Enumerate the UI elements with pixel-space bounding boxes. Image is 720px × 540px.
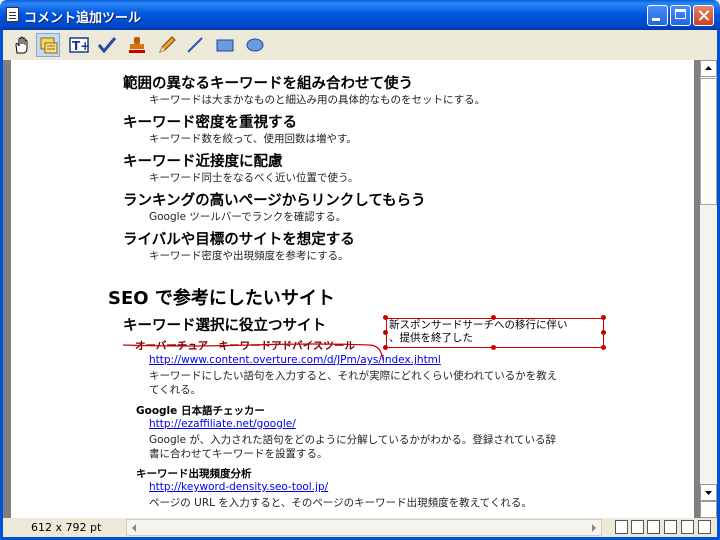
- note-tool-icon[interactable]: [36, 33, 60, 57]
- resize-handle[interactable]: [383, 345, 388, 350]
- resize-handle[interactable]: [601, 330, 606, 335]
- scroll-left-icon[interactable]: [129, 522, 139, 534]
- ellipse-tool-icon[interactable]: [243, 33, 267, 57]
- annotation-note[interactable]: 新スポンサードサーチへの移行に伴い 、提供を終了した: [386, 318, 604, 348]
- site-description: 書に合わせてキーワードを設置する。: [149, 448, 328, 460]
- section-text: キーワード密度や出現頻度を参考にする。: [149, 250, 349, 262]
- scroll-right-icon[interactable]: [589, 522, 599, 534]
- vertical-scrollbar[interactable]: [700, 60, 717, 518]
- resize-handle[interactable]: [383, 315, 388, 320]
- section-heading: 範囲の異なるキーワードを組み合わせて使う: [123, 76, 413, 92]
- section-text: キーワード数を絞って、使用回数は増やす。: [149, 133, 357, 145]
- status-bar: 612 x 792 pt: [3, 518, 717, 537]
- section-heading: キーワード近接度に配慮: [123, 154, 283, 170]
- resize-handle[interactable]: [601, 315, 606, 320]
- site-link[interactable]: http://ezaffiliate.net/google/: [149, 418, 296, 430]
- site-description: てくれる。: [149, 384, 202, 396]
- site-description: ページの URL を入力すると、そのページのキーワード出現頻度を教えてくれる。: [149, 497, 532, 509]
- continuous-facing-button[interactable]: [698, 520, 711, 534]
- text-box-tool-icon[interactable]: T+: [67, 33, 91, 57]
- toolbar: T+: [0, 30, 720, 60]
- annotation-text: 新スポンサードサーチへの移行に伴い 、提供を終了した: [389, 319, 568, 345]
- annotation-line-1: 新スポンサードサーチへの移行に伴い: [389, 319, 568, 331]
- previous-page-button[interactable]: [631, 520, 644, 534]
- annotation-line-2: 、提供を終了した: [389, 332, 473, 344]
- section-text: Google ツールバーでランクを確認する。: [149, 211, 347, 223]
- continuous-view-button[interactable]: [664, 520, 677, 534]
- close-button[interactable]: [693, 5, 714, 26]
- section-heading: ライバルや目標のサイトを想定する: [123, 232, 355, 248]
- minimize-button[interactable]: [647, 5, 668, 26]
- resize-handle[interactable]: [601, 345, 606, 350]
- subheading: キーワード選択に役立つサイト: [123, 318, 326, 334]
- svg-text:T+: T+: [72, 39, 89, 53]
- resize-handle[interactable]: [383, 330, 388, 335]
- site-description: Google が、入力された語句をどのように分解しているかがわかる。登録されてい…: [149, 434, 557, 446]
- rectangle-tool-icon[interactable]: [213, 33, 237, 57]
- section-heading: キーワード密度を重視する: [123, 115, 297, 131]
- facing-pages-button[interactable]: [681, 520, 694, 534]
- site-name: キーワード出現頻度分析: [136, 468, 252, 480]
- resize-handle[interactable]: [491, 315, 496, 320]
- pencil-tool-icon[interactable]: [155, 33, 179, 57]
- site-link[interactable]: http://keyword-density.seo-tool.jp/: [149, 481, 328, 493]
- scroll-down-button[interactable]: [700, 484, 717, 501]
- page-size-text: 612 x 792 pt: [31, 521, 102, 534]
- check-mark-tool-icon[interactable]: [95, 33, 119, 57]
- horizontal-scrollbar[interactable]: [126, 519, 602, 536]
- scroll-split-button[interactable]: [700, 501, 717, 518]
- maximize-button[interactable]: [670, 5, 691, 26]
- site-name: Google 日本語チェッカー: [136, 405, 265, 417]
- single-page-view-button[interactable]: [647, 520, 660, 534]
- window-title: コメント追加ツール: [24, 11, 142, 26]
- site-link[interactable]: http://www.content.overture.com/d/JPm/ay…: [149, 354, 441, 366]
- document-view[interactable]: 範囲の異なるキーワードを組み合わせて使う キーワードは大まかなものと細込み用の具…: [3, 60, 700, 518]
- scroll-thumb[interactable]: [700, 78, 717, 205]
- section-text: キーワード同士をなるべく近い位置で使う。: [149, 172, 359, 184]
- document-icon: [6, 7, 19, 22]
- hand-tool-icon[interactable]: [10, 33, 34, 57]
- title-bar[interactable]: コメント追加ツール: [0, 0, 720, 30]
- scroll-up-button[interactable]: [700, 60, 717, 77]
- section-text: キーワードは大まかなものと細込み用の具体的なものをセットにする。: [149, 94, 486, 106]
- site-description: キーワードにしたい語句を入力すると、それが実際にどれくらい使われているかを教え: [149, 370, 558, 382]
- main-heading: SEO で参考にしたいサイト: [108, 288, 335, 309]
- first-page-button[interactable]: [615, 520, 628, 534]
- stamp-tool-icon[interactable]: [125, 33, 149, 57]
- document-page: 範囲の異なるキーワードを組み合わせて使う キーワードは大まかなものと細込み用の具…: [11, 60, 694, 518]
- line-tool-icon[interactable]: [183, 33, 207, 57]
- section-heading: ランキングの高いページからリンクしてもらう: [123, 193, 426, 209]
- resize-handle[interactable]: [491, 345, 496, 350]
